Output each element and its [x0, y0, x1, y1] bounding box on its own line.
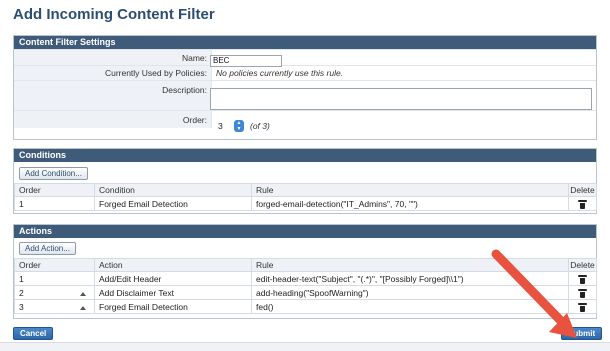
actions-panel: Actions Add Action... Order Action Rule … — [13, 224, 598, 319]
move-up-icon[interactable] — [80, 305, 87, 310]
row-order: 1 — [14, 271, 73, 286]
row-rule: edit-header-text("Subject", "(.*)", "[Po… — [251, 271, 570, 286]
trash-icon[interactable] — [578, 274, 588, 284]
row-rule: add-heading("SpoofWarning") — [251, 285, 570, 300]
table-header-row: Order Condition Rule Delete — [14, 183, 597, 197]
trash-icon[interactable] — [578, 302, 588, 312]
actions-table: Order Action Rule Delete 1 Add/Edit Head… — [13, 258, 598, 314]
bottom-bar — [0, 342, 610, 351]
action-link[interactable]: Forged Email Detection — [94, 299, 253, 314]
description-textarea[interactable] — [210, 88, 592, 110]
row-order: 2 — [14, 285, 73, 300]
policies-row: Currently Used by Policies: No policies … — [14, 65, 596, 80]
move-up-icon[interactable] — [80, 291, 87, 296]
name-row: Name: — [14, 49, 596, 65]
column-header-order: Order — [14, 183, 95, 197]
policies-value: No policies currently use this rule. — [211, 66, 596, 80]
conditions-header: Conditions — [14, 149, 596, 162]
table-row: 1 Forged Email Detection forged-email-de… — [14, 196, 597, 211]
row-rule: fed() — [251, 299, 570, 314]
order-row: Order: — [14, 110, 596, 128]
row-order: 1 — [14, 196, 95, 211]
row-order: 3 — [14, 299, 73, 314]
name-input[interactable]: BEC — [210, 55, 282, 67]
submit-button[interactable]: Submit — [561, 327, 603, 340]
policies-label: Currently Used by Policies: — [14, 66, 211, 80]
order-of-text: (of 3) — [250, 121, 270, 131]
table-header-row: Order Action Rule Delete — [13, 258, 598, 272]
row-rule: forged-email-detection("IT_Admins", 70, … — [251, 196, 569, 211]
column-header-condition: Condition — [94, 183, 252, 197]
order-stepper-icon[interactable]: ▲ ▼ — [234, 120, 244, 132]
table-row: 1 Add/Edit Header edit-header-text("Subj… — [14, 271, 598, 286]
trash-icon[interactable] — [578, 288, 588, 298]
condition-link[interactable]: Forged Email Detection — [94, 196, 252, 211]
name-label: Name: — [14, 50, 211, 65]
table-row: 3 Forged Email Detection fed() — [14, 299, 598, 314]
trash-icon[interactable] — [578, 199, 587, 209]
add-condition-button[interactable]: Add Condition... — [19, 167, 88, 180]
action-link[interactable]: Add/Edit Header — [94, 271, 253, 286]
settings-header: Content Filter Settings — [14, 36, 596, 49]
column-header-action: Action — [94, 258, 253, 272]
column-header-delete: Delete — [568, 183, 597, 197]
column-header-rule: Rule — [251, 258, 570, 272]
order-value: 3 — [218, 121, 223, 131]
conditions-panel: Conditions Add Condition... Order Condit… — [13, 148, 597, 214]
conditions-table: Order Condition Rule Delete 1 Forged Ema… — [14, 183, 597, 211]
actions-header: Actions — [14, 225, 596, 238]
page-title: Add Incoming Content Filter — [13, 6, 215, 23]
action-link[interactable]: Add Disclaimer Text — [94, 285, 253, 300]
column-header-rule: Rule — [251, 183, 569, 197]
description-label: Description: — [14, 81, 211, 110]
table-row: 2 Add Disclaimer Text add-heading("Spoof… — [14, 285, 598, 300]
order-label: Order: — [14, 111, 211, 128]
add-action-button[interactable]: Add Action... — [19, 242, 76, 255]
column-header-order: Order — [13, 258, 96, 272]
column-header-delete: Delete — [568, 258, 598, 272]
cancel-button[interactable]: Cancel — [13, 327, 54, 340]
